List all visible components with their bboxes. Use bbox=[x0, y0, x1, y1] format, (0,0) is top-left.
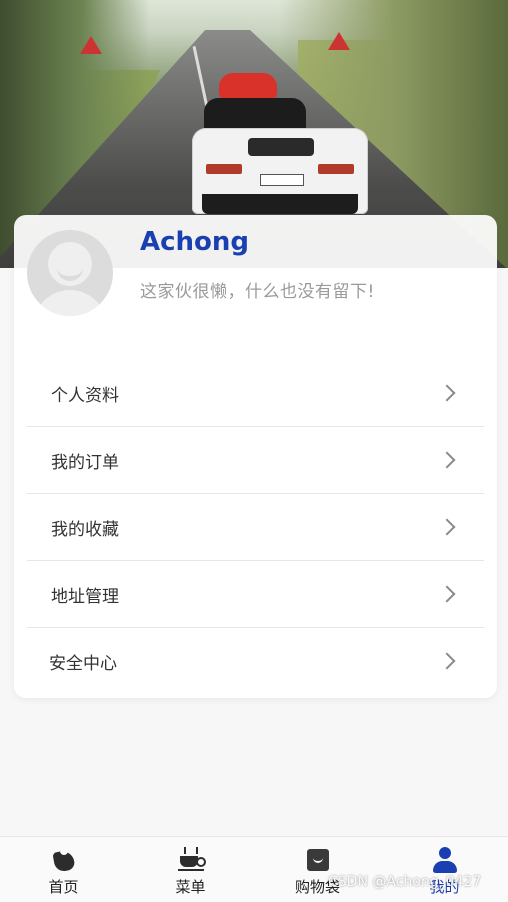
tab-menu[interactable]: 菜单 bbox=[127, 837, 254, 902]
tab-label: 首页 bbox=[48, 878, 79, 896]
tab-label: 我的 bbox=[429, 878, 460, 896]
profile-menu: 个人资料 我的订单 我的收藏 地址管理 安全中心 bbox=[27, 360, 484, 694]
tab-label: 菜单 bbox=[175, 878, 206, 896]
shopping-bag-icon bbox=[305, 847, 331, 873]
user-icon bbox=[432, 847, 458, 873]
user-bio: 这家伙很懒，什么也没有留下! bbox=[140, 282, 375, 302]
home-icon bbox=[51, 847, 77, 873]
username: Achong bbox=[140, 227, 250, 257]
menu-item-label: 安全中心 bbox=[49, 653, 117, 674]
chevron-right-icon bbox=[438, 518, 456, 536]
menu-item-profile[interactable]: 个人资料 bbox=[27, 360, 484, 427]
tab-mine[interactable]: 我的 bbox=[381, 837, 508, 902]
chevron-right-icon bbox=[438, 585, 456, 603]
chevron-right-icon bbox=[438, 384, 456, 402]
profile-card: Achong 这家伙很懒，什么也没有留下! 个人资料 我的订单 我的收藏 地址管… bbox=[14, 215, 497, 698]
chevron-right-icon bbox=[438, 652, 456, 670]
road-sign-icon bbox=[80, 36, 102, 54]
menu-item-orders[interactable]: 我的订单 bbox=[27, 427, 484, 494]
avatar[interactable] bbox=[27, 230, 113, 316]
menu-item-addresses[interactable]: 地址管理 bbox=[27, 561, 484, 628]
chevron-right-icon bbox=[438, 451, 456, 469]
bottom-tab-bar: 首页 菜单 购物袋 我的 bbox=[0, 836, 508, 902]
menu-item-label: 我的订单 bbox=[51, 452, 119, 473]
warning-sign-icon bbox=[328, 32, 350, 50]
menu-item-label: 地址管理 bbox=[51, 586, 119, 607]
coffee-cup-icon bbox=[177, 847, 206, 873]
menu-item-label: 个人资料 bbox=[51, 385, 119, 406]
red-car bbox=[219, 73, 277, 99]
menu-item-favorites[interactable]: 我的收藏 bbox=[27, 494, 484, 561]
menu-item-label: 我的收藏 bbox=[51, 519, 119, 540]
tab-shopping-bag[interactable]: 购物袋 bbox=[254, 837, 381, 902]
menu-item-security[interactable]: 安全中心 bbox=[27, 628, 484, 694]
tab-home[interactable]: 首页 bbox=[0, 837, 127, 902]
tab-label: 购物袋 bbox=[294, 878, 340, 896]
white-car bbox=[192, 128, 368, 214]
